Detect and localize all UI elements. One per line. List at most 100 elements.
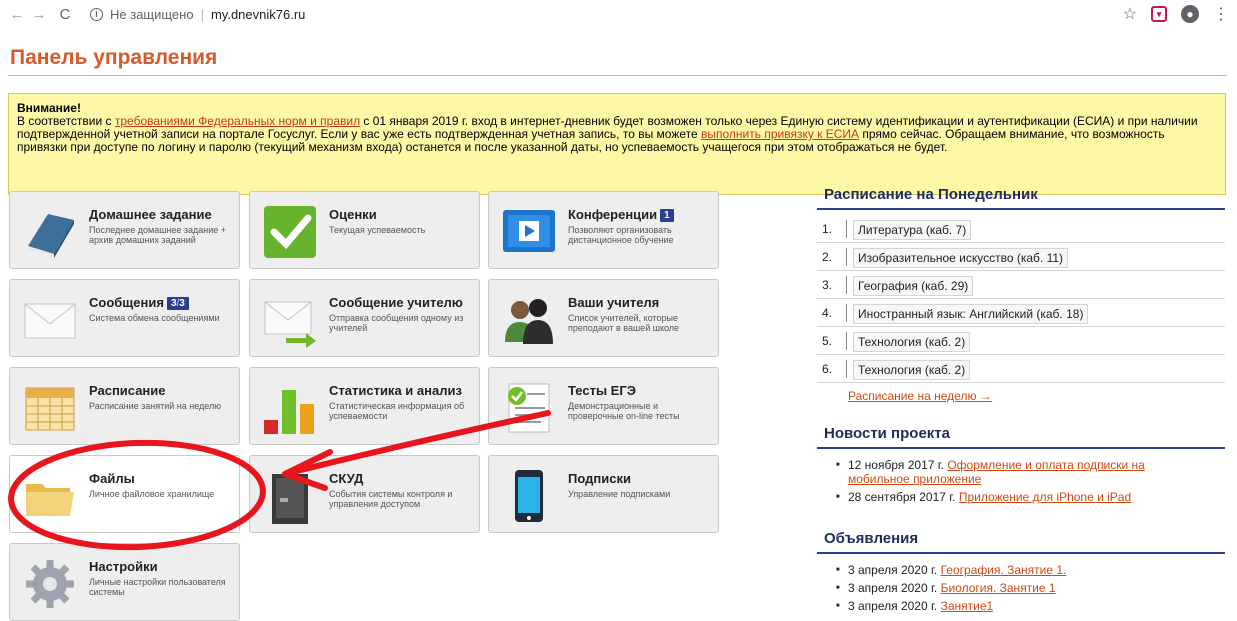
schedule-row: 6. Технология (каб. 2) <box>817 355 1225 383</box>
schedule-row-number: 6. <box>822 362 833 376</box>
tile-messages[interactable]: Сообщения 3/3 Система обмена сообщениями <box>9 279 240 357</box>
bar-chart-icon <box>264 390 314 434</box>
tile-stats-desc: Статистическая информация об успеваемост… <box>329 401 465 421</box>
extension-icon[interactable]: ▾ <box>1151 6 1167 22</box>
tile-grades-title: Оценки <box>329 207 377 222</box>
book-icon <box>28 214 74 258</box>
news-date: 12 ноября 2017 г. <box>848 458 944 472</box>
schedule-row-divider <box>846 360 847 378</box>
checkmark-icon <box>264 206 316 258</box>
schedule-row-lesson[interactable]: География (каб. 29) <box>853 276 974 296</box>
reload-icon[interactable]: C <box>54 6 76 23</box>
ad-date: 3 апреля 2020 г. <box>848 563 938 577</box>
ad-link[interactable]: География. Занятие 1. <box>941 563 1067 577</box>
ad-date: 3 апреля 2020 г. <box>848 599 938 613</box>
schedule-panel-rule <box>817 208 1225 210</box>
news-link[interactable]: Приложение для iPhone и iPad <box>959 490 1131 504</box>
ads-list: 3 апреля 2020 г. География. Занятие 1. 3… <box>836 563 1206 617</box>
schedule-row-lesson[interactable]: Технология (каб. 2) <box>853 360 971 380</box>
tile-skud-title: СКУД <box>329 471 364 486</box>
star-icon[interactable]: ☆ <box>1123 4 1137 24</box>
schedule-panel-title: Расписание на Понедельник <box>824 186 1038 203</box>
news-panel-title: Новости проекта <box>824 425 950 442</box>
messages-badge-total: 3 <box>179 298 185 309</box>
tile-subscriptions-title: Подписки <box>568 471 631 486</box>
schedule-row-number: 4. <box>822 306 833 320</box>
tile-schedule-title: Расписание <box>89 383 166 398</box>
news-date: 28 сентября 2017 г. <box>848 490 956 504</box>
week-schedule-link[interactable]: Расписание на неделю → <box>848 389 992 403</box>
back-icon[interactable]: ← <box>6 6 28 23</box>
tile-tests[interactable]: Тесты ЕГЭ Демонстрационные и проверочные… <box>488 367 719 445</box>
schedule-row-divider <box>846 332 847 350</box>
schedule-row-lesson[interactable]: Технология (каб. 2) <box>853 332 971 352</box>
schedule-row-divider <box>846 276 847 294</box>
tile-files-title: Файлы <box>89 471 135 486</box>
tile-homework-title: Домашнее задание <box>89 207 212 222</box>
schedule-row-divider <box>846 248 847 266</box>
title-divider <box>8 75 1227 76</box>
tile-files[interactable]: Файлы Личное файловое хранилище <box>9 455 240 533</box>
tile-message-teacher-desc: Отправка сообщения одному из учителей <box>329 313 464 333</box>
tile-stats[interactable]: Статистика и анализ Статистическая инфор… <box>249 367 480 445</box>
conferences-badge: 1 <box>660 209 674 222</box>
tile-conferences-desc: Позволяют организовать дистанционное обу… <box>568 225 674 245</box>
tile-message-teacher[interactable]: Сообщение учителю Отправка сообщения одн… <box>249 279 480 357</box>
news-item: 12 ноября 2017 г. Оформление и оплата по… <box>836 458 1206 486</box>
warning-text-1: В соответствии с <box>17 114 115 128</box>
esia-link[interactable]: выполнить привязку к ЕСИА <box>701 127 859 141</box>
schedule-row: 3. География (каб. 29) <box>817 271 1225 299</box>
tile-teachers-desc: Список учителей, которые преподают в ваш… <box>568 313 680 333</box>
news-panel-rule <box>817 447 1225 449</box>
smartphone-icon <box>515 470 543 522</box>
tile-teachers[interactable]: Ваши учителя Список учителей, которые пр… <box>488 279 719 357</box>
federal-rules-link[interactable]: требованиями Федеральных норм и правил <box>115 114 360 128</box>
schedule-row-lesson[interactable]: Литература (каб. 7) <box>853 220 972 240</box>
tile-skud-desc: События системы контроля и управления до… <box>329 489 453 509</box>
tile-messages-desc: Система обмена сообщениями <box>89 313 220 323</box>
send-envelope-icon <box>264 301 316 348</box>
ad-link[interactable]: Занятие1 <box>941 599 994 613</box>
tile-subscriptions-desc: Управление подписками <box>568 489 671 499</box>
gear-icon <box>26 560 74 608</box>
tile-tests-title: Тесты ЕГЭ <box>568 383 636 398</box>
envelope-icon <box>24 303 76 339</box>
messages-badge: 3/3 <box>166 297 189 310</box>
ad-item: 3 апреля 2020 г. Занятие1 <box>836 599 1206 613</box>
people-icon <box>505 299 553 344</box>
schedule-row-lesson[interactable]: Изобразительное искусство (каб. 11) <box>853 248 1069 268</box>
schedule-row: 1. Литература (каб. 7) <box>817 215 1225 243</box>
address-separator: | <box>200 6 204 22</box>
address-bar[interactable]: i Не защищено | my.dnevnik76.ru <box>90 7 305 22</box>
tile-schedule[interactable]: Расписание Расписание занятий на неделю <box>9 367 240 445</box>
tile-conferences[interactable]: Конференции 1 Позволяют организовать дист… <box>488 191 719 269</box>
tile-subscriptions[interactable]: Подписки Управление подписками <box>488 455 719 533</box>
test-checklist-icon <box>508 383 550 433</box>
tile-homework[interactable]: Домашнее задание Последнее домашнее зада… <box>9 191 240 269</box>
tile-settings-title: Настройки <box>89 559 158 574</box>
news-list: 12 ноября 2017 г. Оформление и оплата по… <box>836 458 1206 508</box>
schedule-row-number: 2. <box>822 250 833 264</box>
schedule-row-lesson[interactable]: Иностранный язык: Английский (каб. 18) <box>853 304 1089 324</box>
tile-skud[interactable]: СКУД События системы контроля и управлен… <box>249 455 480 533</box>
url-text[interactable]: my.dnevnik76.ru <box>211 7 305 22</box>
ad-item: 3 апреля 2020 г. География. Занятие 1. <box>836 563 1206 577</box>
schedule-row-number: 1. <box>822 222 833 236</box>
schedule-row-number: 5. <box>822 334 833 348</box>
info-icon[interactable]: i <box>90 7 103 21</box>
video-monitor-icon <box>503 210 555 252</box>
tile-tests-desc: Демонстрационные и проверочные on-line т… <box>568 401 680 421</box>
ads-panel-title: Объявления <box>824 530 919 547</box>
warning-box: Внимание! В соответствии с требованиями … <box>8 93 1226 195</box>
menu-dots-icon[interactable]: ⋮ <box>1213 4 1229 24</box>
tile-settings[interactable]: Настройки Личные настройки пользователя … <box>9 543 240 621</box>
conferences-label: Конференции <box>568 207 658 222</box>
tile-conferences-title: Конференции 1 <box>568 207 674 222</box>
profile-icon[interactable]: ● <box>1181 5 1199 23</box>
tile-homework-desc: Последнее домашнее задание + архив домаш… <box>89 225 227 245</box>
ad-link[interactable]: Биология. Занятие 1 <box>941 581 1056 595</box>
forward-icon[interactable]: → <box>28 6 50 23</box>
tile-grades[interactable]: Оценки Текущая успеваемость <box>249 191 480 269</box>
schedule-row-divider <box>846 220 847 238</box>
tile-files-desc: Личное файловое хранилище <box>89 489 215 499</box>
